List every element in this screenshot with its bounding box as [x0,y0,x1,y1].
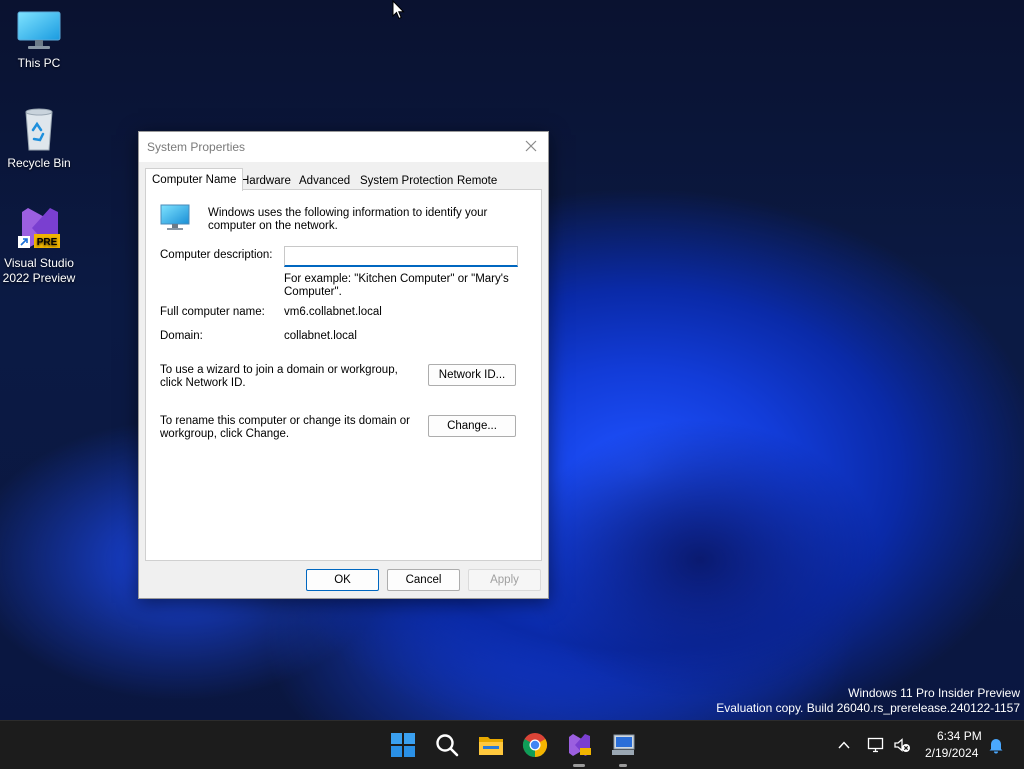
domain-label: Domain: [160,330,203,342]
recycle-bin-icon [25,108,53,151]
desktop-icon-label: Recycle Bin [7,156,71,170]
mouse-cursor-icon [392,0,405,20]
clock-time[interactable]: 6:34 PM [937,729,982,743]
dialog-title: System Properties [147,140,246,154]
full-computer-name-label: Full computer name: [160,306,265,318]
tab-computer-name[interactable]: Computer Name [145,168,244,191]
clock-date[interactable]: 2/19/2024 [925,746,978,760]
desktop-icon-visual-studio[interactable]: PRE Visual Studio 2022 Preview [0,204,78,286]
file-explorer-icon[interactable] [477,731,505,759]
chrome-icon[interactable] [521,731,549,759]
desktop-icon-label-line2: 2022 Preview [2,271,76,285]
windows-start-icon[interactable] [389,731,417,759]
pre-badge: PRE [37,237,58,248]
search-icon[interactable] [433,731,461,759]
build-watermark-line1: Windows 11 Pro Insider Preview [848,686,1020,700]
tab-advanced[interactable]: Advanced [297,172,352,190]
visual-studio-icon[interactable] [565,731,593,759]
domain-value: collabnet.local [284,330,357,342]
system-properties-icon[interactable] [609,731,637,759]
change-button[interactable]: Change... [428,415,516,437]
visual-studio-preview-icon: PRE [18,208,60,248]
network-id-text: To use a wizard to join a domain or work… [160,364,398,389]
example-text: For example: "Kitchen Computer" or "Mary… [284,273,509,298]
apply-button[interactable]: Apply [468,569,541,591]
network-id-button[interactable]: Network ID... [428,364,516,386]
volume-muted-icon[interactable] [893,736,911,754]
rename-text: To rename this computer or change its do… [160,415,410,440]
desktop-icon-recycle-bin[interactable]: Recycle Bin [0,106,78,171]
computer-name-panel: Windows uses the following information t… [145,189,542,561]
chevron-up-icon[interactable] [837,738,851,752]
full-computer-name-value: vm6.collabnet.local [284,306,382,318]
running-indicator [573,764,585,767]
system-properties-dialog: System Properties Computer Name Hardware… [138,131,549,599]
computer-description-input[interactable] [284,246,518,267]
network-icon[interactable] [867,736,885,754]
cancel-button[interactable]: Cancel [387,569,460,591]
tab-remote[interactable]: Remote [455,172,499,190]
close-icon[interactable] [522,137,540,155]
computer-icon [160,204,190,230]
desktop-icon-label: This PC [17,56,61,70]
build-watermark-line2: Evaluation copy. Build 26040.rs_prerelea… [716,701,1020,715]
tab-system-protection[interactable]: System Protection [358,172,455,190]
computer-description-label: Computer description: [160,249,273,261]
intro-text: Windows uses the following information t… [208,207,488,232]
desktop-icon-this-pc[interactable]: This PC [0,10,78,71]
tab-hardware[interactable]: Hardware [239,172,293,190]
monitor-icon [17,11,61,49]
desktop-icon-label-line1: Visual Studio [4,256,74,270]
ok-button[interactable]: OK [306,569,379,591]
taskbar: 6:34 PM 2/19/2024 [0,720,1024,769]
notification-bell-icon[interactable] [987,736,1005,754]
running-indicator [619,764,627,767]
dialog-titlebar[interactable]: System Properties [139,132,548,162]
